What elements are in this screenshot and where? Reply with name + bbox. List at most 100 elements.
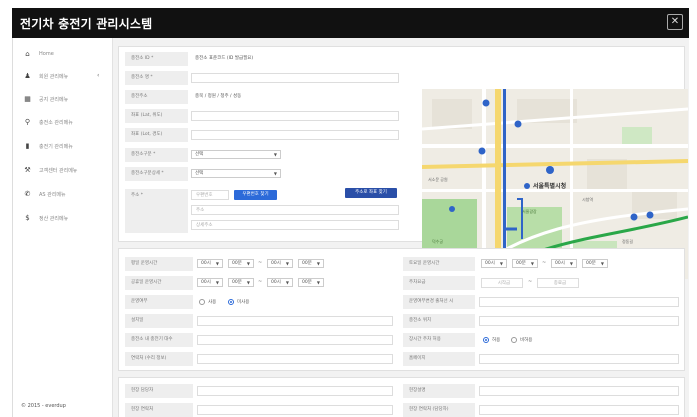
board-icon: ▦ [24,95,31,103]
sidebar: ⌂ Home ♟ 회원 관리메뉴 ‹ ▦ 공지 관리메뉴 ⚲ 충전소 관리메뉴 … [13,38,113,417]
charger-count-label: 충전소 내 충전기 대수 [125,333,193,347]
station-area-value: 충북 / 청원 / 청주 / 성동 [195,94,242,99]
saturday-end-min-select[interactable]: 00분 ▼ [582,259,608,268]
fee-start-input[interactable]: 시작금 [481,278,523,288]
select-value: 00시 [201,280,211,285]
holiday-start-hour-select[interactable]: 00시 ▼ [197,278,223,287]
homepage-label: 홈페이지 [403,352,475,366]
lng-label: 좌표 (Lot, 경도) [125,128,188,142]
holiday-end-min-select[interactable]: 00분 ▼ [298,278,324,287]
sidebar-item-label: 충전기 관리메뉴 [39,144,73,150]
select-value: 00분 [586,261,596,266]
sidebar-item-settlement[interactable]: $ 정산 관리메뉴 [13,208,112,228]
chevron-down-icon: ▼ [273,171,277,176]
manager-name-label: 현장 담당자 [125,384,193,398]
install-date-input[interactable] [197,316,393,326]
sidebar-item-label: AS 관리메뉴 [39,192,66,198]
homepage-input[interactable] [479,354,679,364]
address-label: 주소 * [125,189,188,233]
station-name-input[interactable] [191,73,399,83]
chevron-down-icon: ▼ [499,261,503,266]
sidebar-item-label: Home [39,51,54,57]
sidebar-item-label: 공지 관리메뉴 [39,97,69,103]
holiday-end-hour-select[interactable]: 00시 ▼ [267,278,293,287]
fee-end-input[interactable]: 종료금 [537,278,579,288]
operate-change-input[interactable] [479,297,679,307]
select-value: 선택 [195,152,204,157]
address-input[interactable]: 주소 [191,205,399,215]
sidebar-item-members[interactable]: ♟ 회원 관리메뉴 ‹ [13,66,112,86]
lat-input[interactable] [191,111,399,121]
detail-panel: 평일 운영시간 공휴일 운영시간 운영여부 설치일 충전소 내 충전기 대수 연… [118,248,685,371]
chevron-down-icon: ▼ [530,261,534,266]
chevron-down-icon: ▼ [600,261,604,266]
contact-input[interactable] [197,354,393,364]
manager-name-input[interactable] [197,386,393,396]
weekday-end-min-select[interactable]: 00분 ▼ [298,259,324,268]
operate-yes-radio[interactable] [199,299,205,305]
chevron-down-icon: ▼ [246,280,250,285]
app-title: 전기차 충전기 관리시스템 [20,17,153,31]
station-location-input[interactable] [479,316,679,326]
long-parking-allow-radio[interactable] [483,337,489,343]
sidebar-item-support[interactable]: ⚒ 고객센터 관리메뉴 [13,160,112,180]
sidebar-item-label: 회원 관리메뉴 [39,74,69,80]
select-value: 00분 [232,280,242,285]
charger-count-input[interactable] [197,335,393,345]
station-subtype-select[interactable]: 선택 ▼ [191,169,281,178]
address-detail-input[interactable]: 상세주소 [191,220,399,230]
select-value: 00시 [271,280,281,285]
chevron-down-icon: ▼ [285,261,289,266]
station-id-value: 충전소 표준코드 (ID 발급필요) [195,56,254,61]
map-label-street: 정동길 [622,239,634,244]
map-label-station: 시청역 [582,197,594,202]
station-area-label: 충전주소 [125,90,188,104]
long-parking-deny-radio[interactable] [511,337,517,343]
manager-contact-label: 현장 연락처 [125,403,193,417]
select-value: 00시 [201,261,211,266]
weekday-start-min-select[interactable]: 00분 ▼ [228,259,254,268]
operate-change-label: 운영여부변경 출처선 시 [403,295,475,309]
manager-contact-input[interactable] [197,405,393,415]
holiday-start-min-select[interactable]: 00분 ▼ [228,278,254,287]
find-postcode-button[interactable]: 우편번호 찾기 [234,190,277,200]
close-icon[interactable]: ✕ [667,14,683,30]
station-name-label: 충전소 명 * [125,71,188,85]
lat-label: 좌표 (Lat, 위도) [125,109,188,123]
operate-no-radio[interactable] [228,299,234,305]
dollar-icon: $ [25,214,30,222]
weekday-end-hour-select[interactable]: 00시 ▼ [267,259,293,268]
sidebar-item-as[interactable]: ✆ AS 관리메뉴 [13,184,112,204]
chevron-down-icon: ▼ [215,261,219,266]
select-value: 선택 [195,171,204,176]
station-type-select[interactable]: 선택 ▼ [191,150,281,159]
range-separator: ~ [542,260,547,266]
sidebar-item-notices[interactable]: ▦ 공지 관리메뉴 [13,89,112,109]
weekday-start-hour-select[interactable]: 00시 ▼ [197,259,223,268]
saturday-end-hour-select[interactable]: 00시 ▼ [551,259,577,268]
range-separator: ~ [258,260,263,266]
chevron-down-icon: ▼ [215,280,219,285]
station-location-label: 충전소 위치 [403,314,475,328]
station-subtype-label: 충전소구분상세 * [125,167,188,181]
site-desc-input[interactable] [479,386,679,396]
manager-panel: 현장 담당자 현장설명 현장 연락처 현장 연락처 (담당자) [118,377,685,417]
select-value: 00시 [555,261,565,266]
saturday-start-min-select[interactable]: 00분 ▼ [512,259,538,268]
home-icon: ⌂ [25,50,30,58]
site-contact-input[interactable] [479,405,679,415]
lng-input[interactable] [191,130,399,140]
sidebar-item-label: 고객센터 관리메뉴 [39,168,78,174]
saturday-start-hour-select[interactable]: 00시 ▼ [481,259,507,268]
parking-fee-label: 주차요금 [403,276,475,290]
select-value: 00분 [302,280,312,285]
locate-on-map-button[interactable]: 주소로 좌표 찾기 [345,188,397,198]
long-parking-allow-label: 허용 [492,338,501,343]
sidebar-item-chargers[interactable]: ▮ 충전기 관리메뉴 [13,136,112,156]
long-parking-deny-label: 비허용 [520,338,533,343]
sidebar-item-home[interactable]: ⌂ Home [13,44,112,64]
map-label-park: 서소문 공원 [428,177,448,182]
postcode-input[interactable]: 우편번호 [191,190,229,200]
select-value: 00분 [516,261,526,266]
sidebar-item-stations[interactable]: ⚲ 충전소 관리메뉴 [13,112,112,132]
